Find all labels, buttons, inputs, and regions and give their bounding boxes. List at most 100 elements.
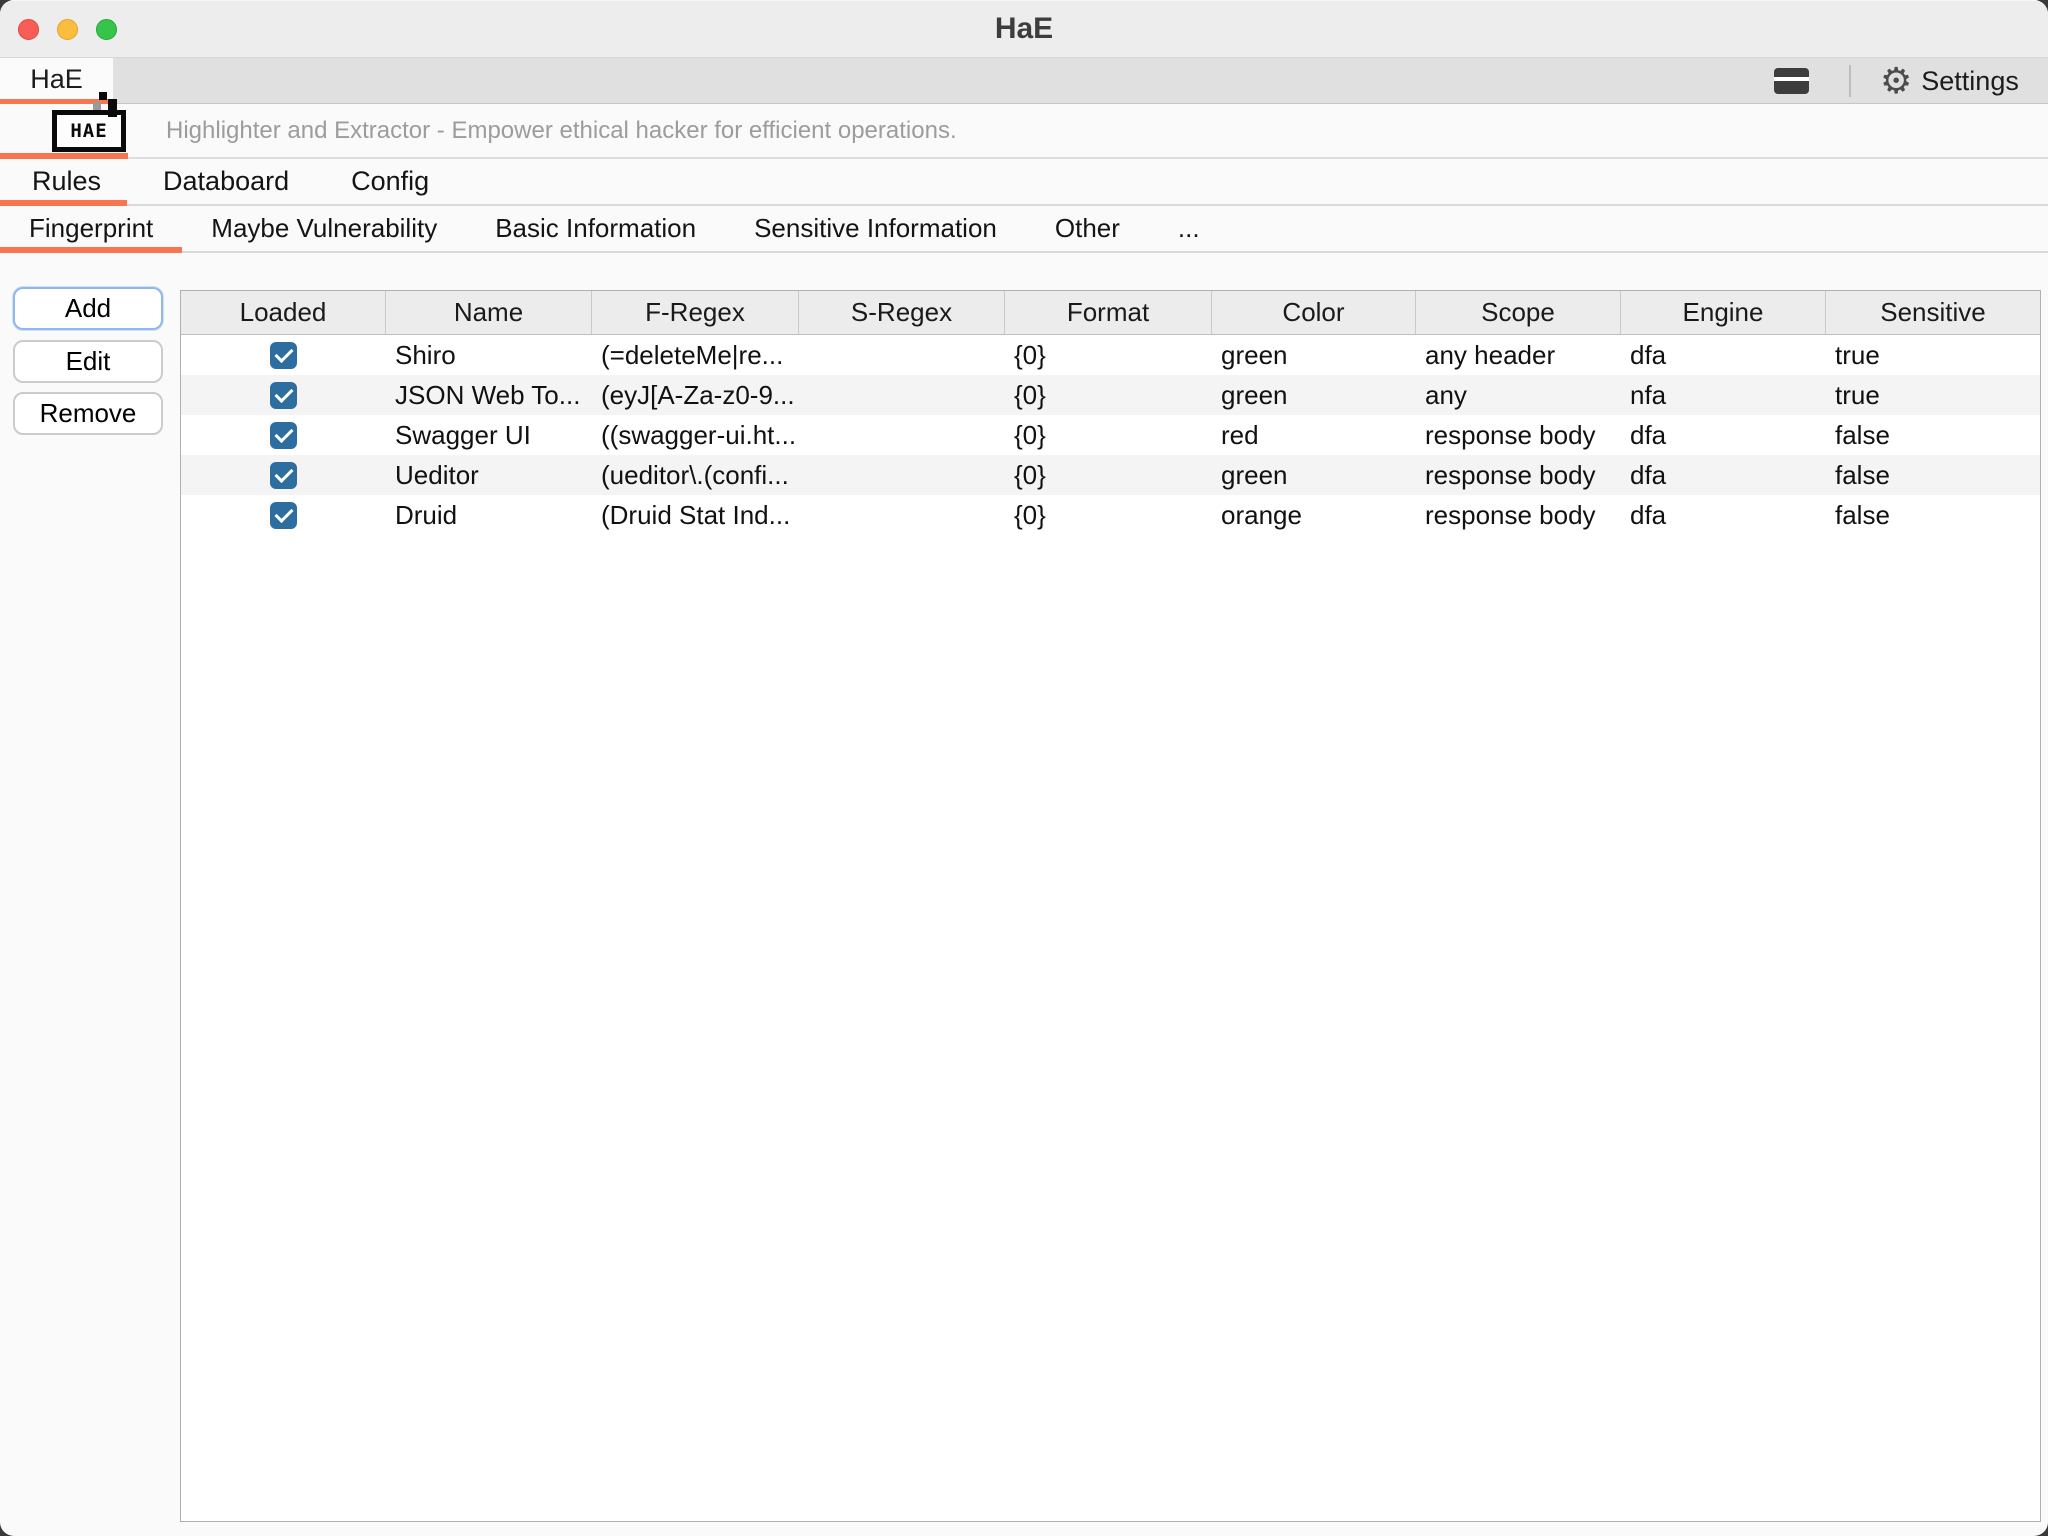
scope-cell: any <box>1416 375 1621 415</box>
color-cell: green <box>1212 375 1416 415</box>
titlebar: HaE <box>0 0 2048 58</box>
column-header-loaded[interactable]: Loaded <box>181 291 386 334</box>
add-button[interactable]: Add <box>13 287 163 330</box>
sensitive-cell: true <box>1826 375 2040 415</box>
s-regex-cell <box>799 415 1005 455</box>
loaded-checkbox[interactable] <box>270 422 297 449</box>
table-row[interactable]: Shiro(=deleteMe|re... {0}greenany headerd… <box>181 335 2040 375</box>
tab-hae[interactable]: HaE <box>0 58 113 104</box>
s-regex-cell <box>799 375 1005 415</box>
name-cell: Ueditor <box>386 455 592 495</box>
column-header-name[interactable]: Name <box>386 291 592 334</box>
color-cell: orange <box>1212 495 1416 535</box>
s-regex-cell <box>799 455 1005 495</box>
loaded-cell <box>181 335 386 375</box>
loaded-cell <box>181 415 386 455</box>
tab-basic-information[interactable]: Basic Information <box>495 213 696 244</box>
tab-other[interactable]: Other <box>1055 213 1120 244</box>
column-header-color[interactable]: Color <box>1212 291 1416 334</box>
scope-cell: response body <box>1416 495 1621 535</box>
loaded-checkbox[interactable] <box>270 502 297 529</box>
brand-row: HAE Highlighter and Extractor - Empower … <box>0 104 2048 159</box>
column-header-sensitive[interactable]: Sensitive <box>1826 291 2040 334</box>
hae-logo-icon: HAE <box>52 110 126 152</box>
tab-hae-label: HaE <box>30 64 83 94</box>
format-cell: {0} <box>1005 375 1212 415</box>
name-cell: Druid <box>386 495 592 535</box>
engine-cell: dfa <box>1621 335 1826 375</box>
hae-window: HaE HaE ⚙ Settings HAE Highlighter and E… <box>0 0 2048 1536</box>
color-cell: red <box>1212 415 1416 455</box>
scope-cell: response body <box>1416 415 1621 455</box>
sensitive-cell: false <box>1826 495 2040 535</box>
column-header-f-regex[interactable]: F-Regex <box>592 291 799 334</box>
fingerprint-tab-underline <box>0 247 182 253</box>
sensitive-cell: true <box>1826 335 2040 375</box>
settings-label: Settings <box>1921 66 2019 97</box>
loaded-checkbox[interactable] <box>270 462 297 489</box>
logo-antenna <box>108 99 117 117</box>
logo-spark <box>93 102 101 110</box>
f-regex-cell: (ueditor\.(confi... <box>592 455 799 495</box>
engine-cell: dfa <box>1621 415 1826 455</box>
tab-fingerprint[interactable]: Fingerprint <box>29 213 153 244</box>
column-header-s-regex[interactable]: S-Regex <box>799 291 1005 334</box>
layout-icon[interactable] <box>1774 68 1809 94</box>
loaded-cell <box>181 375 386 415</box>
settings-button[interactable]: ⚙ Settings <box>1880 58 2019 104</box>
f-regex-cell: (=deleteMe|re... <box>592 335 799 375</box>
tab-config[interactable]: Config <box>351 166 429 197</box>
name-cell: JSON Web To... <box>386 375 592 415</box>
sensitive-cell: false <box>1826 415 2040 455</box>
color-cell: green <box>1212 455 1416 495</box>
table-row[interactable]: Druid(Druid Stat Ind... {0}orangeresponse… <box>181 495 2040 535</box>
tagline: Highlighter and Extractor - Empower ethi… <box>166 104 957 159</box>
loaded-checkbox[interactable] <box>270 382 297 409</box>
f-regex-cell: ((swagger-ui.ht... <box>592 415 799 455</box>
engine-cell: dfa <box>1621 495 1826 535</box>
separator <box>1849 65 1851 97</box>
f-regex-cell: (Druid Stat Ind... <box>592 495 799 535</box>
table-row[interactable]: Swagger UI((swagger-ui.ht... {0}redrespon… <box>181 415 2040 455</box>
column-header-format[interactable]: Format <box>1005 291 1212 334</box>
table-body: Shiro(=deleteMe|re...{0}greenany headerd… <box>181 335 2040 535</box>
scope-cell: any header <box>1416 335 1621 375</box>
window-title: HaE <box>0 0 2048 58</box>
name-cell: Swagger UI <box>386 415 592 455</box>
table-row[interactable]: JSON Web To...(eyJ[A-Za-z0-9... {0}greena… <box>181 375 2040 415</box>
loaded-cell <box>181 495 386 535</box>
remove-button[interactable]: Remove <box>13 392 163 435</box>
column-header-scope[interactable]: Scope <box>1416 291 1621 334</box>
format-cell: {0} <box>1005 415 1212 455</box>
loaded-checkbox[interactable] <box>270 342 297 369</box>
tab-maybe-vulnerability[interactable]: Maybe Vulnerability <box>211 213 437 244</box>
tab-rules[interactable]: Rules <box>32 166 101 197</box>
tab-databoard[interactable]: Databoard <box>163 166 289 197</box>
scope-cell: response body <box>1416 455 1621 495</box>
loaded-cell <box>181 455 386 495</box>
logo-text: HAE <box>70 120 107 142</box>
table-row[interactable]: Ueditor(ueditor\.(confi... {0}greenrespon… <box>181 455 2040 495</box>
name-cell: Shiro <box>386 335 592 375</box>
main-tab-bar: Rules Databoard Config <box>0 159 2048 206</box>
engine-cell: dfa <box>1621 455 1826 495</box>
rule-tab-bar: Fingerprint Maybe Vulnerability Basic In… <box>0 206 2048 253</box>
s-regex-cell <box>799 495 1005 535</box>
engine-cell: nfa <box>1621 375 1826 415</box>
rules-table: LoadedNameF-RegexS-RegexFormatColorScope… <box>180 290 2041 1522</box>
f-regex-cell: (eyJ[A-Za-z0-9... <box>592 375 799 415</box>
gear-icon: ⚙ <box>1880 63 1912 99</box>
format-cell: {0} <box>1005 335 1212 375</box>
color-cell: green <box>1212 335 1416 375</box>
edit-button[interactable]: Edit <box>13 340 163 383</box>
s-regex-cell <box>799 335 1005 375</box>
logo-spark <box>99 92 107 100</box>
sensitive-cell: false <box>1826 455 2040 495</box>
table-header-row: LoadedNameF-RegexS-RegexFormatColorScope… <box>181 291 2040 335</box>
column-header-engine[interactable]: Engine <box>1621 291 1826 334</box>
format-cell: {0} <box>1005 455 1212 495</box>
format-cell: {0} <box>1005 495 1212 535</box>
tab-more[interactable]: ... <box>1178 213 1200 244</box>
tab-sensitive-information[interactable]: Sensitive Information <box>754 213 997 244</box>
tab-strip: HaE ⚙ Settings <box>0 58 2048 104</box>
